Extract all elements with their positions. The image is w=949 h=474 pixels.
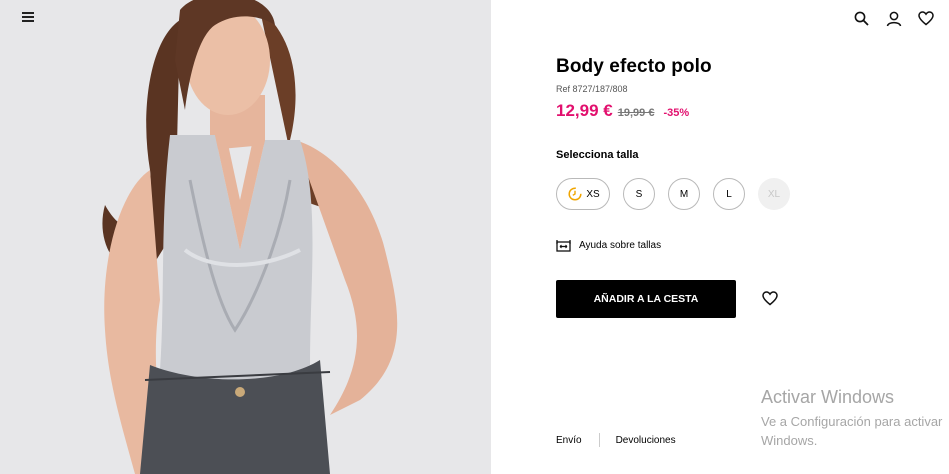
ruler-icon bbox=[556, 240, 571, 252]
discount-badge: -35% bbox=[663, 107, 690, 119]
divider bbox=[598, 433, 600, 447]
model-photo bbox=[0, 0, 491, 474]
watermark-line-3: Windows. bbox=[761, 433, 818, 448]
product-title: Body efecto polo bbox=[556, 56, 712, 77]
windows-activation-watermark: Activar Windows Ve a Configuración para … bbox=[761, 387, 942, 450]
heart-icon bbox=[917, 11, 934, 26]
search-icon bbox=[854, 11, 869, 26]
user-icon bbox=[886, 11, 901, 26]
size-label: Selecciona talla bbox=[556, 149, 639, 161]
size-help-link[interactable]: Ayuda sobre tallas bbox=[556, 239, 661, 252]
wishlist-button[interactable] bbox=[916, 9, 935, 28]
watermark-title: Activar Windows bbox=[761, 387, 895, 407]
clock-icon bbox=[568, 187, 582, 201]
product-image[interactable] bbox=[0, 0, 491, 474]
add-to-wishlist-button[interactable] bbox=[762, 291, 780, 309]
product-ref: Ref 8727/187/808 bbox=[556, 84, 628, 94]
size-option-xs[interactable]: XS bbox=[556, 178, 610, 210]
price-block: 12,99 € 19,99 € -35% bbox=[556, 101, 689, 121]
shipping-link[interactable]: Envío bbox=[556, 435, 582, 446]
original-price: 19,99 € bbox=[617, 107, 655, 119]
hamburger-icon bbox=[22, 12, 34, 14]
size-help-label: Ayuda sobre tallas bbox=[579, 240, 662, 251]
size-option-l[interactable]: L bbox=[713, 178, 745, 210]
menu-button[interactable] bbox=[20, 10, 38, 26]
header-actions bbox=[852, 9, 935, 28]
size-option-xl[interactable]: XL bbox=[758, 178, 790, 210]
account-button[interactable] bbox=[884, 9, 903, 28]
size-option-m[interactable]: M bbox=[668, 178, 700, 210]
size-label-xs: XS bbox=[586, 188, 600, 200]
heart-icon bbox=[762, 291, 778, 306]
returns-link[interactable]: Devoluciones bbox=[616, 435, 676, 446]
size-option-s[interactable]: S bbox=[623, 178, 655, 210]
current-price: 12,99 € bbox=[556, 101, 613, 120]
search-button[interactable] bbox=[852, 9, 871, 28]
size-selector: XS S M L XL bbox=[556, 178, 790, 210]
add-to-cart-button[interactable]: AÑADIR A LA CESTA bbox=[556, 280, 736, 318]
watermark-line-2: Ve a Configuración para activar bbox=[761, 414, 943, 429]
info-links: Envío Devoluciones bbox=[556, 433, 676, 447]
